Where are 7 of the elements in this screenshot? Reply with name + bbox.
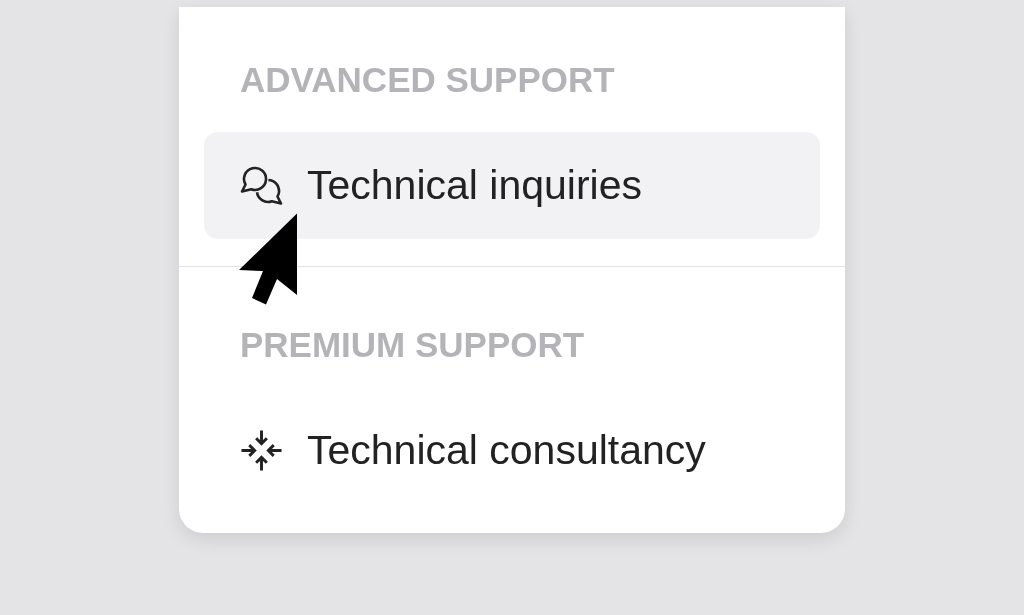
menu-item[interactable]: Technical inquiries [204,132,820,239]
arrows-inward-icon [240,429,283,472]
mouse-pointer-icon [238,212,299,306]
menu-item[interactable]: Technical consultancy [204,397,820,504]
section-heading: PREMIUM SUPPORT [239,324,586,366]
chat-bubbles-icon [240,165,283,206]
section-heading: ADVANCED SUPPORT [239,59,616,101]
